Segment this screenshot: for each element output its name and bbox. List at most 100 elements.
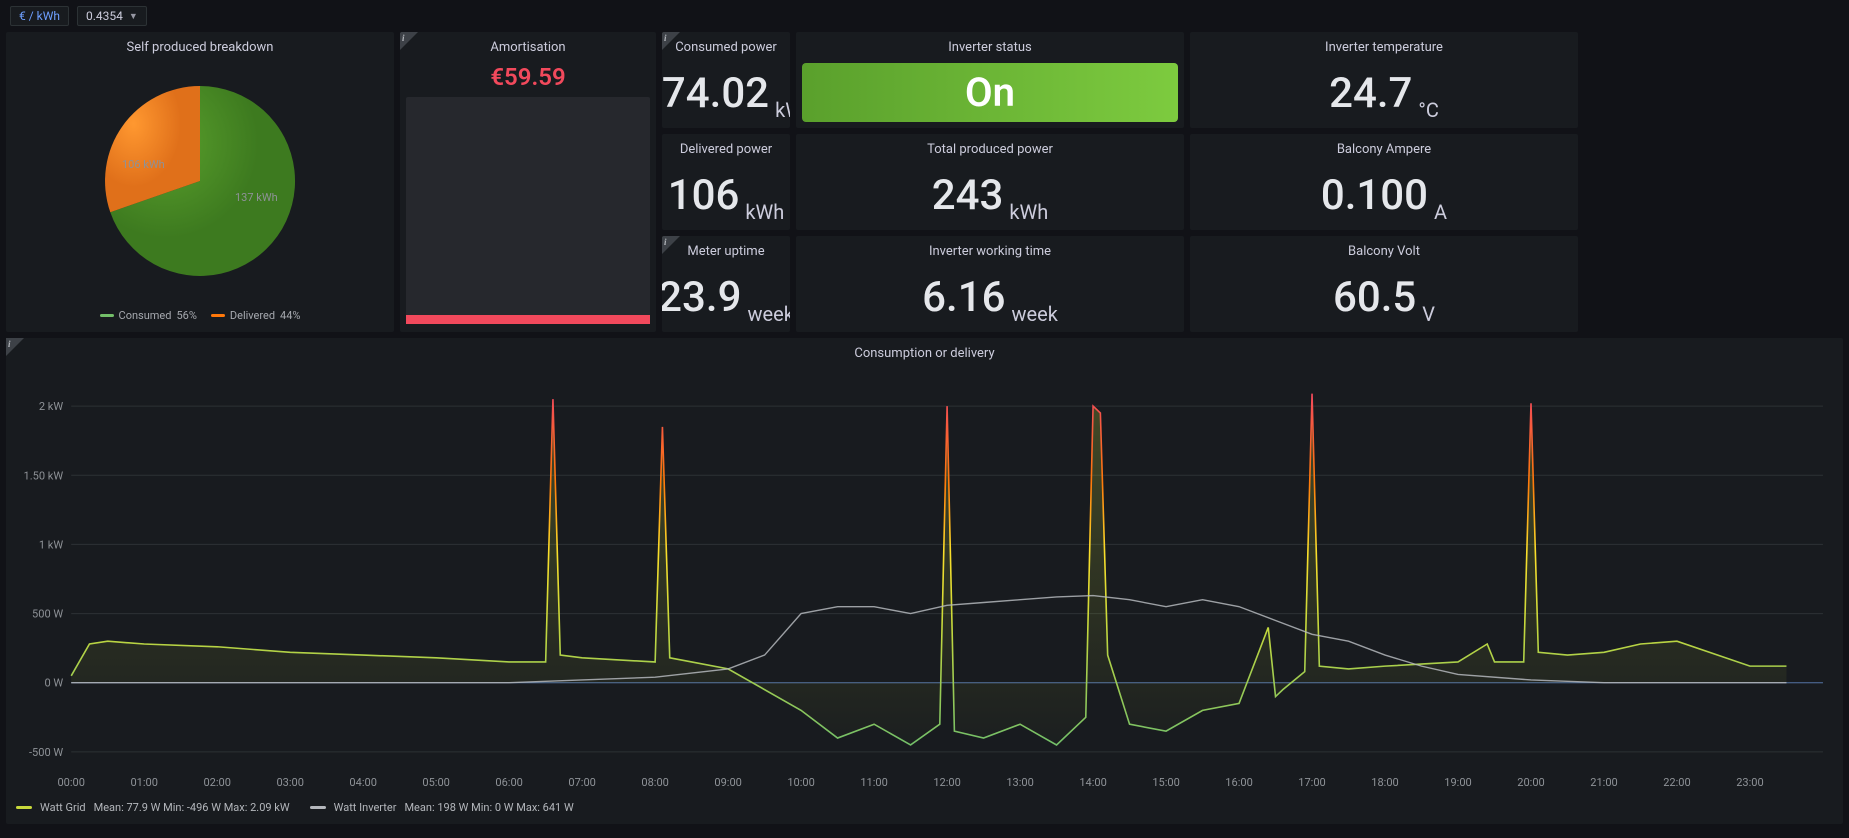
- svg-text:06:00: 06:00: [495, 776, 522, 789]
- svg-text:20:00: 20:00: [1517, 776, 1544, 789]
- pie-label-delivered: 106 kWh: [122, 158, 165, 171]
- legend-swatch-icon: [211, 314, 225, 317]
- legend-swatch-icon: [100, 314, 114, 317]
- pie-legend: Consumed 56% Delivered 44%: [6, 303, 394, 332]
- svg-text:08:00: 08:00: [641, 776, 668, 789]
- panel-consumed-power[interactable]: Consumed power 974.02 kWh: [662, 32, 790, 128]
- info-icon[interactable]: [6, 338, 24, 356]
- svg-text:07:00: 07:00: [568, 776, 595, 789]
- legend-label: Consumed: [119, 309, 172, 322]
- legend-pct: 56%: [176, 309, 196, 322]
- panel-title: Consumed power: [662, 32, 790, 59]
- panel-self-produced-breakdown[interactable]: Self produced breakdown 137 kWh 106 kWh …: [6, 32, 394, 332]
- stat-unit: kWh: [1009, 200, 1048, 230]
- info-icon[interactable]: [400, 32, 418, 50]
- legend-swatch-icon: [310, 806, 326, 809]
- panel-title: Inverter working time: [796, 236, 1184, 263]
- svg-text:14:00: 14:00: [1079, 776, 1106, 789]
- panel-title: Balcony Volt: [1190, 236, 1578, 263]
- stat-unit: A: [1434, 200, 1447, 230]
- bar-gauge-fill: [406, 315, 650, 324]
- panel-title: Balcony Ampere: [1190, 134, 1578, 161]
- stat-value: 60.5: [1333, 277, 1416, 319]
- timeseries-chart[interactable]: -500 W 0 W 500 W 1 kW 1.50 kW 2 kW 00:00 01:00 0…: [16, 367, 1833, 797]
- panel-title: Inverter temperature: [1190, 32, 1578, 59]
- svg-text:21:00: 21:00: [1590, 776, 1617, 789]
- variable-value: 0.4354: [86, 9, 123, 23]
- stat-value: 243: [932, 175, 1004, 217]
- panel-balcony-volt[interactable]: Balcony Volt 60.5 V: [1190, 236, 1578, 332]
- panel-title: Inverter status: [796, 32, 1184, 59]
- panel-inverter-status[interactable]: Inverter status On: [796, 32, 1184, 128]
- panel-grid: Consumed power 974.02 kWh Self produced …: [0, 32, 1849, 332]
- svg-text:13:00: 13:00: [1006, 776, 1033, 789]
- variable-label: € / kWh: [10, 6, 69, 26]
- svg-text:09:00: 09:00: [714, 776, 741, 789]
- panel-consumption-chart[interactable]: Consumption or delivery -500 W 0 W 500 W 1 …: [6, 338, 1843, 824]
- pie-chart: 137 kWh 106 kWh: [6, 59, 394, 303]
- legend-item-consumed[interactable]: Consumed 56%: [100, 309, 197, 322]
- svg-text:15:00: 15:00: [1152, 776, 1179, 789]
- svg-text:1.50 kW: 1.50 kW: [24, 469, 64, 482]
- svg-text:11:00: 11:00: [860, 776, 887, 789]
- info-icon[interactable]: [662, 32, 680, 50]
- stat-unit: kWh: [745, 200, 784, 230]
- stat-value: 6.16: [922, 277, 1005, 319]
- svg-text:00:00: 00:00: [57, 776, 84, 789]
- svg-text:02:00: 02:00: [203, 776, 230, 789]
- stat-value: 106: [668, 175, 740, 217]
- svg-text:0 W: 0 W: [44, 677, 63, 690]
- svg-text:12:00: 12:00: [933, 776, 960, 789]
- legend-item-delivered[interactable]: Delivered 44%: [211, 309, 301, 322]
- panel-title: Delivered power: [662, 134, 790, 161]
- panel-title: Meter uptime: [662, 236, 790, 263]
- stat-unit: °C: [1418, 98, 1439, 128]
- chart-legend: Watt Grid Mean: 77.9 W Min: -496 W Max: …: [16, 797, 1833, 814]
- panel-title: Amortisation: [400, 32, 656, 59]
- stat-value: 0.100: [1321, 175, 1428, 217]
- panel-inverter-working-time[interactable]: Inverter working time 6.16 week: [796, 236, 1184, 332]
- svg-text:23:00: 23:00: [1736, 776, 1763, 789]
- panel-inverter-temperature[interactable]: Inverter temperature 24.7 °C: [1190, 32, 1578, 128]
- legend-label: Watt Grid: [40, 801, 86, 814]
- panel-title: Total produced power: [796, 134, 1184, 161]
- stat-unit: kWh: [775, 98, 790, 128]
- svg-text:18:00: 18:00: [1371, 776, 1398, 789]
- panel-amortisation[interactable]: Amortisation €59.59: [400, 32, 656, 332]
- svg-text:1 kW: 1 kW: [39, 538, 64, 551]
- stat-unit: week: [1011, 302, 1057, 332]
- svg-text:10:00: 10:00: [787, 776, 814, 789]
- legend-label: Delivered: [230, 309, 275, 322]
- bar-gauge: [406, 97, 650, 324]
- panel-title: Consumption or delivery: [16, 346, 1833, 367]
- legend-label: Watt Inverter: [334, 801, 397, 814]
- panel-balcony-ampere[interactable]: Balcony Ampere 0.100 A: [1190, 134, 1578, 230]
- legend-stats: Mean: 77.9 W Min: -496 W Max: 2.09 kW: [94, 801, 290, 814]
- svg-text:2 kW: 2 kW: [39, 400, 64, 413]
- stat-value: €59.59: [406, 59, 650, 97]
- info-icon[interactable]: [662, 236, 680, 254]
- svg-text:17:00: 17:00: [1298, 776, 1325, 789]
- toolbar: € / kWh 0.4354 ▼: [0, 0, 1849, 32]
- stat-unit: V: [1422, 302, 1435, 332]
- svg-text:19:00: 19:00: [1444, 776, 1471, 789]
- legend-swatch-icon: [16, 806, 32, 809]
- svg-text:03:00: 03:00: [276, 776, 303, 789]
- legend-stats: Mean: 198 W Min: 0 W Max: 641 W: [404, 801, 573, 814]
- panel-total-produced[interactable]: Total produced power 243 kWh: [796, 134, 1184, 230]
- svg-text:500 W: 500 W: [32, 608, 63, 621]
- chevron-down-icon: ▼: [129, 11, 138, 22]
- panel-meter-uptime[interactable]: Meter uptime 23.9 week: [662, 236, 790, 332]
- panel-title: Self produced breakdown: [6, 32, 394, 59]
- variable-select[interactable]: 0.4354 ▼: [77, 6, 147, 26]
- status-badge: On: [802, 63, 1178, 122]
- panel-delivered-power[interactable]: Delivered power 106 kWh: [662, 134, 790, 230]
- svg-text:01:00: 01:00: [130, 776, 157, 789]
- stat-value: 23.9: [662, 277, 741, 319]
- svg-text:22:00: 22:00: [1663, 776, 1690, 789]
- svg-text:05:00: 05:00: [422, 776, 449, 789]
- stat-unit: week: [747, 302, 790, 332]
- svg-text:16:00: 16:00: [1225, 776, 1252, 789]
- svg-text:-500 W: -500 W: [29, 746, 63, 759]
- stat-value: 24.7: [1329, 73, 1412, 115]
